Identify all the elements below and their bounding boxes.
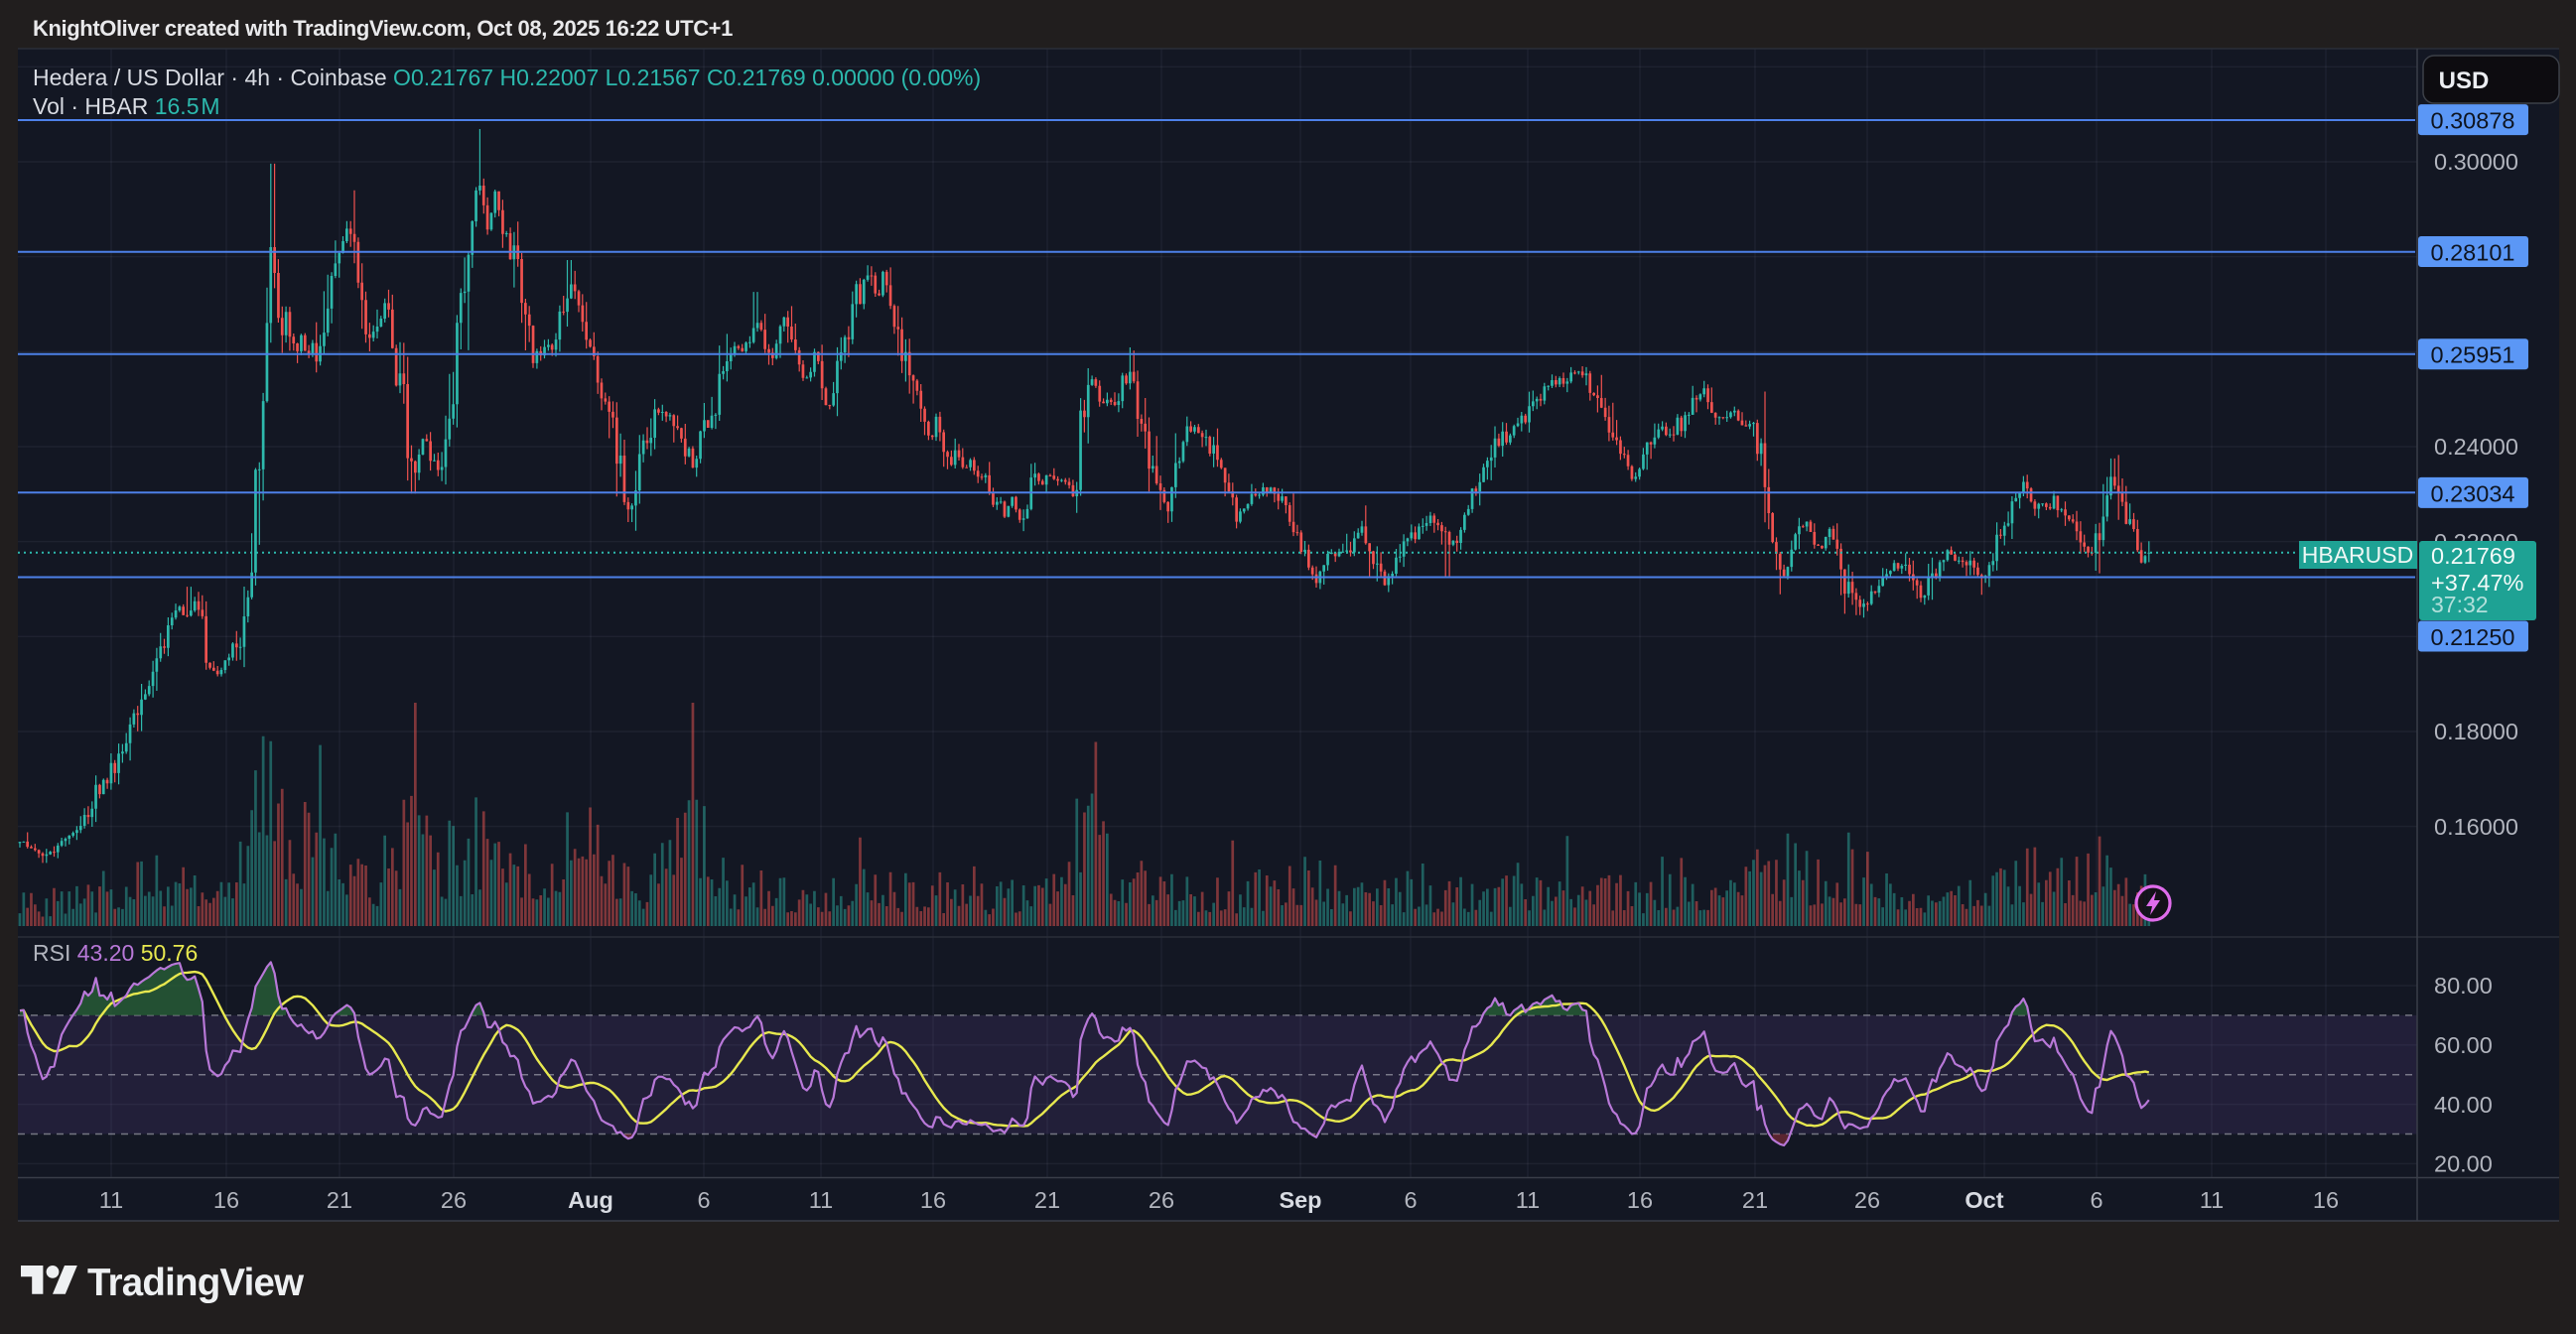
svg-text:0.24000: 0.24000: [2434, 434, 2518, 460]
svg-text:26: 26: [1149, 1187, 1174, 1213]
svg-text:11: 11: [2200, 1187, 2224, 1213]
svg-text:Sep: Sep: [1279, 1187, 1321, 1213]
svg-text:0.23034: 0.23034: [2431, 480, 2515, 506]
svg-text:0.30878: 0.30878: [2431, 108, 2515, 134]
svg-text:6: 6: [1404, 1187, 1417, 1213]
svg-text:26: 26: [1854, 1187, 1880, 1213]
svg-text:6: 6: [2090, 1187, 2102, 1213]
svg-text:RSI 43.20 50.76: RSI 43.20 50.76: [33, 940, 198, 966]
svg-text:Oct: Oct: [1965, 1187, 2003, 1213]
svg-text:11: 11: [1516, 1187, 1540, 1213]
svg-text:TradingView: TradingView: [87, 1262, 305, 1304]
svg-text:21: 21: [327, 1187, 352, 1213]
svg-text:11: 11: [99, 1187, 123, 1213]
svg-text:16: 16: [2313, 1187, 2339, 1213]
svg-text:16: 16: [920, 1187, 946, 1213]
svg-text:0.28101: 0.28101: [2431, 240, 2515, 266]
svg-text:40.00: 40.00: [2434, 1092, 2493, 1118]
svg-text:0.25951: 0.25951: [2431, 342, 2515, 368]
svg-text:26: 26: [441, 1187, 467, 1213]
svg-text:0.21250: 0.21250: [2431, 624, 2515, 650]
svg-text:80.00: 80.00: [2434, 973, 2493, 999]
svg-text:20.00: 20.00: [2434, 1151, 2493, 1177]
svg-text:11: 11: [809, 1187, 833, 1213]
svg-text:60.00: 60.00: [2434, 1032, 2493, 1058]
svg-text:0.21769: 0.21769: [2431, 543, 2515, 569]
svg-text:USD: USD: [2439, 67, 2490, 94]
svg-text:0.18000: 0.18000: [2434, 719, 2518, 744]
svg-text:Hedera / US Dollar · 4h · Coin: Hedera / US Dollar · 4h · Coinbase O0.21…: [33, 65, 981, 90]
svg-text:6: 6: [697, 1187, 710, 1213]
svg-text:Vol · HBAR 16.5 M: Vol · HBAR 16.5 M: [33, 93, 220, 119]
svg-text:37:32: 37:32: [2431, 592, 2489, 617]
svg-text:Aug: Aug: [568, 1187, 613, 1213]
svg-text:HBARUSD: HBARUSD: [2302, 542, 2413, 568]
svg-text:16: 16: [213, 1187, 239, 1213]
svg-text:KnightOliver created with Trad: KnightOliver created with TradingView.co…: [33, 16, 733, 41]
svg-text:21: 21: [1742, 1187, 1768, 1213]
svg-text:0.30000: 0.30000: [2434, 149, 2518, 175]
svg-text:21: 21: [1034, 1187, 1060, 1213]
svg-text:0.16000: 0.16000: [2434, 814, 2518, 840]
svg-text:16: 16: [1627, 1187, 1653, 1213]
